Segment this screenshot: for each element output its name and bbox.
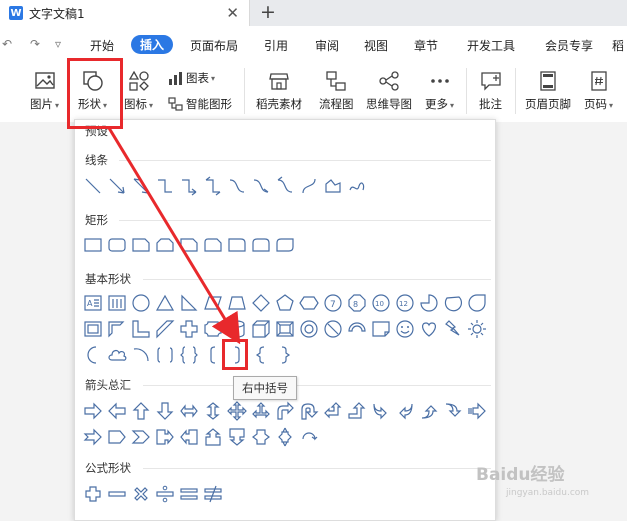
- watermark-url: jingyan.baidu.com: [506, 488, 590, 498]
- annotation-arrow: [107, 127, 241, 345]
- baidu-watermark: Baidu经验: [476, 465, 565, 485]
